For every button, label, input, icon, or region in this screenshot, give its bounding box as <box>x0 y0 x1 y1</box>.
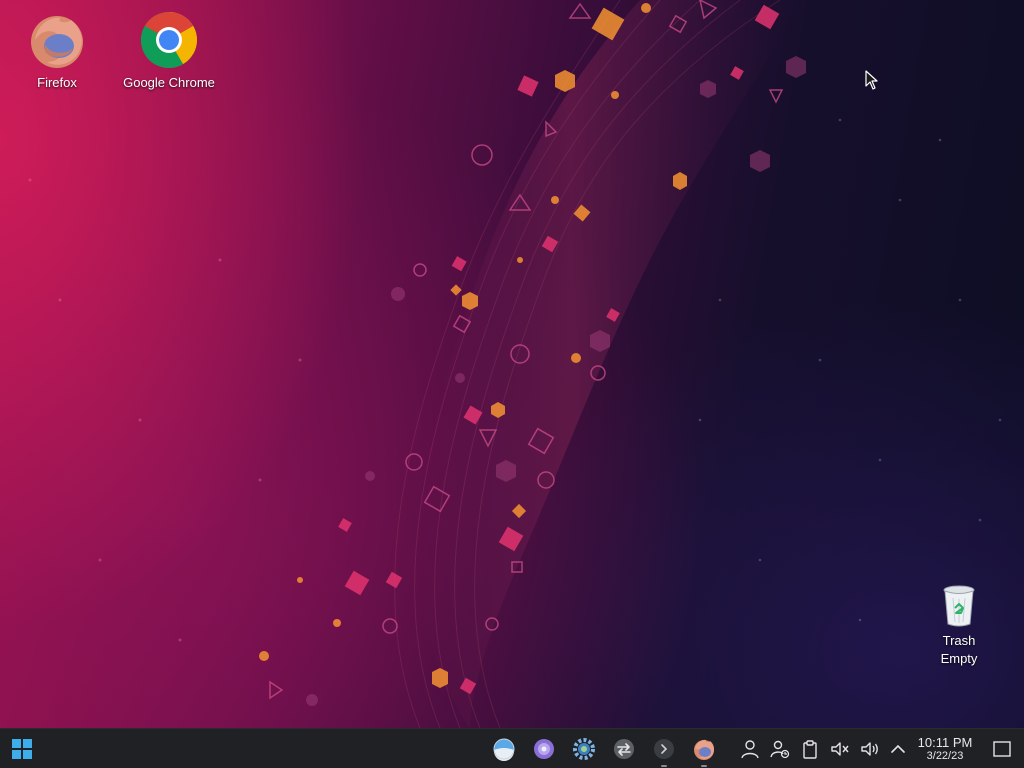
desktop-icon-label: Trash <box>942 633 976 648</box>
desktop-icon-firefox[interactable]: Firefox <box>2 10 112 92</box>
taskbar-app-switch[interactable] <box>612 737 636 761</box>
start-menu-icon <box>12 739 32 759</box>
desktop-icon-label: Google Chrome <box>123 75 215 90</box>
desktop-icon-google-chrome[interactable]: Google Chrome <box>114 10 224 92</box>
wallpaper <box>28 0 1002 728</box>
show-desktop-icon[interactable] <box>992 739 1012 759</box>
settings-gear-icon <box>573 738 595 760</box>
taskbar-app-firefox[interactable] <box>692 737 716 767</box>
clock-date: 3/22/23 <box>926 750 964 762</box>
firefox-icon <box>694 739 714 760</box>
switch-icon <box>614 739 634 759</box>
clock[interactable]: 10:11 PM 3/22/23 <box>912 736 978 763</box>
desktop[interactable]: Firefox Google Chrome Trash Empty 10:11 … <box>0 0 1024 768</box>
system-settings-icon <box>493 738 515 761</box>
taskbar-app-settings[interactable] <box>572 737 596 761</box>
running-indicator <box>661 765 667 767</box>
running-indicator <box>701 765 707 767</box>
taskbar-app-system-settings[interactable] <box>492 737 516 761</box>
desktop-icon-trash[interactable]: Trash Empty <box>904 584 1014 668</box>
taskbar-app-discover[interactable] <box>532 737 556 761</box>
clipboard-icon[interactable] <box>800 739 820 759</box>
taskbar: 10:11 PM 3/22/23 <box>0 728 1024 768</box>
speaker-muted-icon[interactable] <box>830 739 850 759</box>
mouse-cursor-icon <box>865 70 878 90</box>
chrome-icon <box>140 12 197 68</box>
trash-icon <box>943 585 975 627</box>
taskbar-app-terminal[interactable] <box>652 737 676 767</box>
tray-expand-icon[interactable] <box>888 739 908 759</box>
discover-icon <box>534 739 554 759</box>
firefox-icon <box>31 16 83 68</box>
user-switch-icon[interactable] <box>770 739 790 759</box>
start-menu-button[interactable] <box>4 729 40 768</box>
clock-time: 10:11 PM <box>917 735 973 750</box>
desktop-icon-label: Firefox <box>37 75 77 90</box>
trash-status: Empty <box>940 651 978 666</box>
volume-icon[interactable] <box>860 739 880 759</box>
terminal-icon <box>654 739 674 759</box>
user-icon[interactable] <box>740 739 760 759</box>
